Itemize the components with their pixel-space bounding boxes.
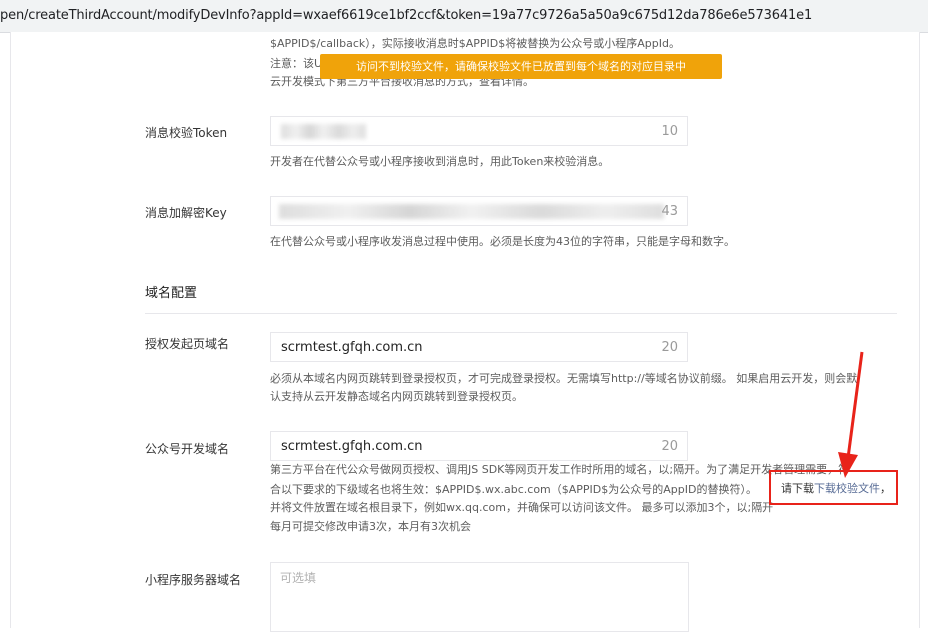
warning-toast: 访问不到校验文件，请确保校验文件已放置到每个域名的对应目录中 [320, 54, 722, 79]
mp-domain-value: scrmtest.gfqh.com.cn [281, 439, 423, 454]
token-hint: 开发者在代替公众号或小程序接收到消息时，用此Token来校验消息。 [270, 155, 610, 168]
token-char-count: 10 [661, 124, 678, 139]
auth-domain-hint-line2: 认支持从云开发静态域名内网页跳转到登录授权页。 [270, 390, 523, 403]
blurred-key-value [279, 204, 664, 219]
blurred-token-value [281, 124, 366, 139]
auth-domain-hint-line1: 必须从本域名内网页跳转到登录授权页，才可完成登录授权。无需填写http://等域… [270, 372, 858, 385]
mp-domain-hint-line4: 每月可提交修改申请3次，本月有3次机会 [270, 520, 471, 533]
aes-key-input[interactable]: 43 [270, 196, 688, 226]
auth-domain-label: 授权发起页域名 [145, 337, 230, 351]
mp-domain-char-count: 20 [661, 439, 678, 454]
mp-domain-hint-line3: 并将文件放置在域名根目录下，例如wx.qq.com，并确保可以访问该文件。 最多… [270, 501, 774, 514]
mp-domain-hint-line1: 第三方平台在代公众号做网页授权、调用JS SDK等网页开发工作时所用的域名，以;… [270, 463, 850, 476]
aes-key-hint: 在代替公众号或小程序收发消息过程中使用。必须是长度为43位的字符串，只能是字母和… [270, 235, 735, 248]
mini-server-domain-placeholder: 可选填 [280, 571, 317, 585]
aes-key-label: 消息加解密Key [145, 206, 227, 220]
token-input[interactable]: 10 [270, 116, 688, 146]
mini-server-domain-label: 小程序服务器域名 [145, 573, 242, 587]
top-hint-line2: 注意：该U [270, 57, 323, 70]
auth-domain-char-count: 20 [661, 340, 678, 355]
auth-domain-input[interactable]: scrmtest.gfqh.com.cn 20 [270, 332, 688, 362]
mp-domain-input[interactable]: scrmtest.gfqh.com.cn 20 [270, 431, 688, 461]
mp-domain-label: 公众号开发域名 [145, 442, 230, 456]
browser-address-bar[interactable]: pen/createThirdAccount/modifyDevInfo?app… [0, 0, 928, 33]
mp-domain-hint-line2: 合以下要求的下级域名也将生效：$APPID$.wx.abc.com（$APPID… [270, 483, 757, 496]
aes-key-char-count: 43 [661, 204, 678, 219]
mini-server-domain-textarea[interactable]: 可选填 [270, 562, 689, 632]
top-hint-line1: $APPID$/callback），实际接收消息时$APPID$将被替换为公众号… [270, 37, 680, 50]
annotation-highlight-box [769, 470, 898, 505]
section-divider [145, 313, 897, 314]
domain-config-title: 域名配置 [145, 286, 198, 301]
url-text[interactable]: pen/createThirdAccount/modifyDevInfo?app… [0, 8, 812, 23]
token-label: 消息校验Token [145, 126, 228, 140]
auth-domain-value: scrmtest.gfqh.com.cn [281, 340, 423, 355]
